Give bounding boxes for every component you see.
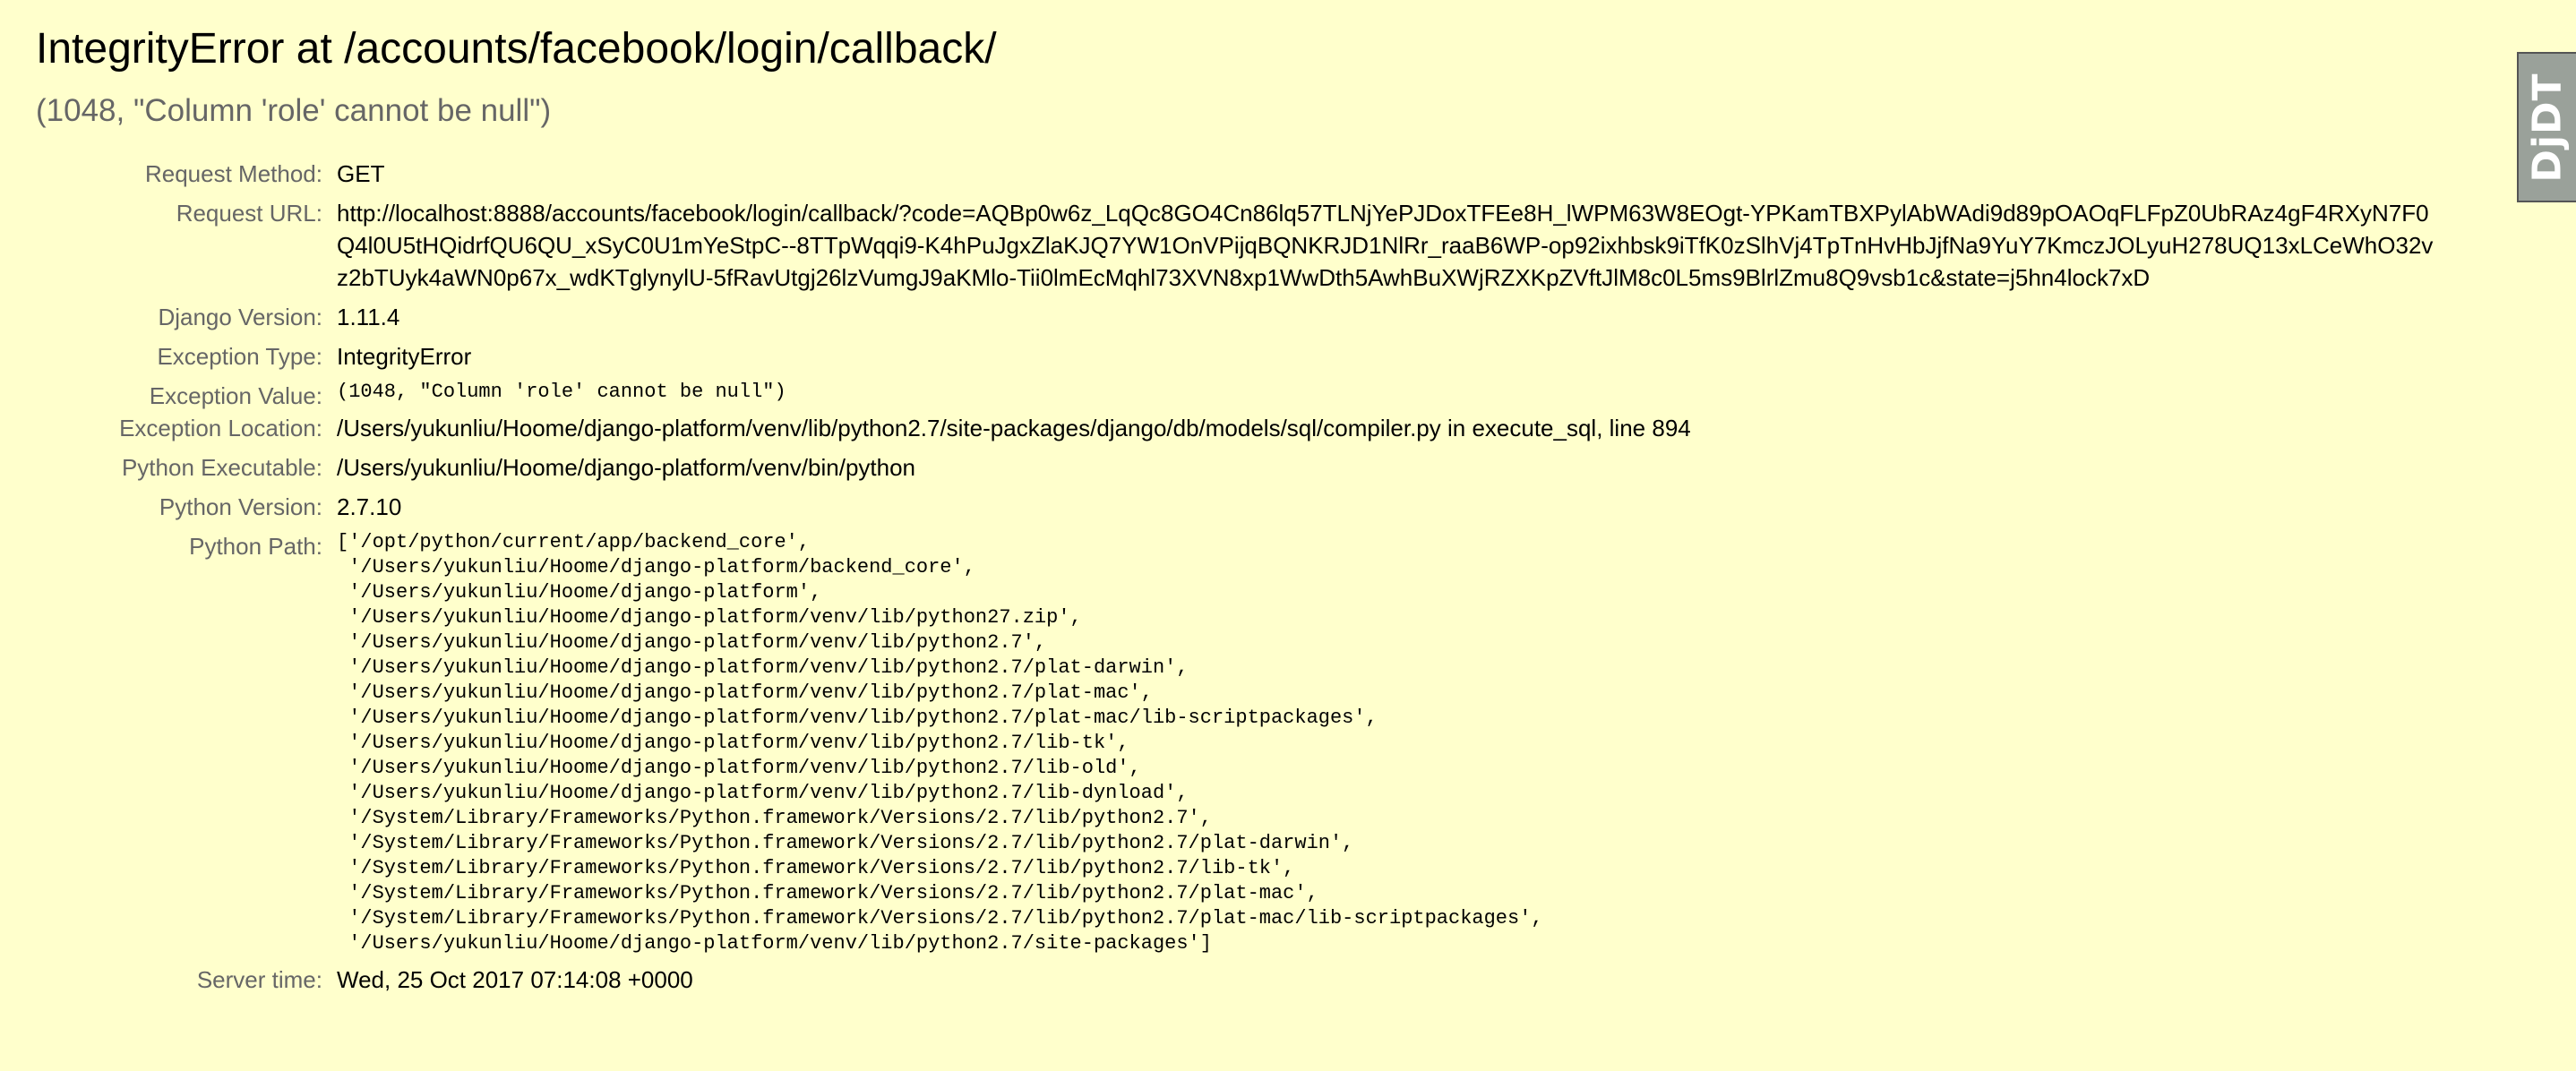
meta-row-python-executable: Python Executable: /Users/yukunliu/Hoome… — [36, 451, 2442, 491]
meta-row-python-version: Python Version: 2.7.10 — [36, 491, 2442, 530]
exception-location-label: Exception Location: — [119, 415, 322, 441]
exception-value-text: (1048, "Column 'role' cannot be null") — [337, 381, 786, 403]
meta-row-exception-value: Exception Value: (1048, "Column 'role' c… — [36, 380, 2442, 412]
python-executable-label: Python Executable: — [121, 454, 322, 481]
djdt-logo-icon: DjDT — [2524, 72, 2571, 183]
exception-type-label: Exception Type: — [157, 343, 322, 370]
meta-row-request-url: Request URL: http://localhost:8888/accou… — [36, 197, 2442, 301]
python-path-value: ['/opt/python/current/app/backend_core',… — [337, 531, 1543, 955]
django-version-value: 1.11.4 — [337, 304, 400, 330]
server-time-label: Server time: — [196, 966, 322, 993]
meta-row-exception-location: Exception Location: /Users/yukunliu/Hoom… — [36, 412, 2442, 451]
exception-summary: (1048, "Column 'role' cannot be null") — [36, 93, 552, 128]
exception-location-value: /Users/yukunliu/Hoome/django-platform/ve… — [337, 415, 1691, 441]
debug-toolbar-handle[interactable]: DjDT — [2517, 52, 2576, 202]
request-url-cell: http://localhost:8888/accounts/facebook/… — [337, 197, 2442, 301]
python-path-label: Python Path: — [189, 533, 322, 560]
request-method-value: GET — [337, 160, 385, 187]
python-version-label: Python Version: — [159, 493, 322, 520]
summary-section: IntegrityError at /accounts/facebook/log… — [0, 0, 2576, 1003]
request-meta-table: Request Method: GET Request URL: http://… — [36, 158, 2442, 1003]
meta-row-django-version: Django Version: 1.11.4 — [36, 301, 2442, 340]
exception-type-value: IntegrityError — [337, 343, 472, 370]
request-url-label: Request URL: — [176, 200, 322, 227]
exception-value-cell: (1048, "Column 'role' cannot be null") — [337, 380, 2442, 412]
meta-row-server-time: Server time: Wed, 25 Oct 2017 07:14:08 +… — [36, 964, 2442, 1003]
python-path-cell: ['/opt/python/current/app/backend_core',… — [337, 530, 2442, 964]
meta-row-request-method: Request Method: GET — [36, 158, 2442, 197]
request-method-label: Request Method: — [144, 160, 322, 187]
meta-row-python-path: Python Path: ['/opt/python/current/app/b… — [36, 530, 2442, 964]
python-executable-value: /Users/yukunliu/Hoome/django-platform/ve… — [337, 454, 916, 481]
server-time-value: Wed, 25 Oct 2017 07:14:08 +0000 — [337, 966, 693, 993]
python-version-value: 2.7.10 — [337, 493, 402, 520]
meta-row-exception-type: Exception Type: IntegrityError — [36, 340, 2442, 380]
page-title: IntegrityError at /accounts/facebook/log… — [36, 25, 997, 73]
django-version-label: Django Version: — [158, 304, 322, 330]
request-url-value: http://localhost:8888/accounts/facebook/… — [337, 200, 2434, 291]
exception-value-label: Exception Value: — [149, 382, 322, 409]
